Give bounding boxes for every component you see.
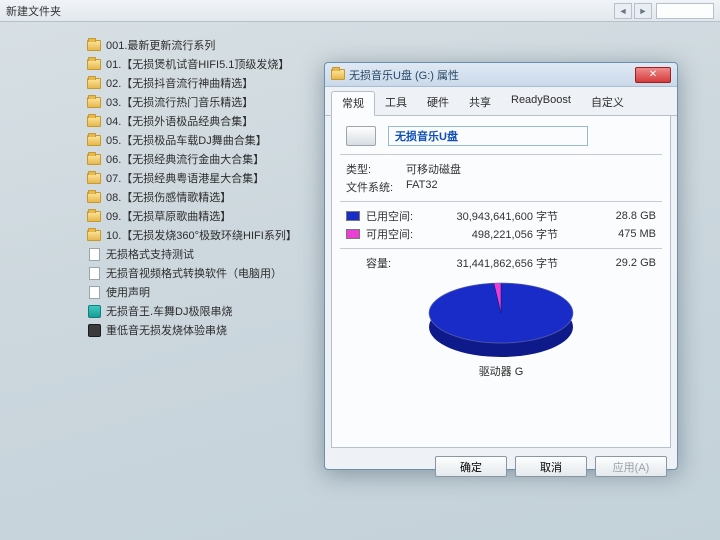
tab-4[interactable]: ReadyBoost xyxy=(501,91,581,115)
tree-item-label: 03.【无损流行热门音乐精选】 xyxy=(106,94,253,110)
tree-item-label: 04.【无损外语极品经典合集】 xyxy=(106,113,253,129)
folder-icon xyxy=(86,190,102,204)
type-label: 类型: xyxy=(346,161,406,177)
tree-item-label: 07.【无损经典粤语港星大合集】 xyxy=(106,170,264,186)
folder-icon xyxy=(86,152,102,166)
file-icon xyxy=(86,285,102,299)
folder-icon xyxy=(86,76,102,90)
nav-back-button[interactable]: ◄ xyxy=(614,3,632,19)
drive-properties-dialog: 无损音乐U盘 (G:) 属性 ✕ 常规工具硬件共享ReadyBoost自定义 无… xyxy=(324,62,678,470)
drive-letter-label: 驱动器 G xyxy=(346,363,656,379)
free-label: 可用空间: xyxy=(366,226,422,242)
tree-item-label: 无损音视频格式转换软件（电脑用） xyxy=(106,265,282,281)
folder-icon xyxy=(86,95,102,109)
used-human: 28.8 GB xyxy=(600,210,656,222)
tree-item-label: 01.【无损煲机试音HIFI5.1顶级发烧】 xyxy=(106,56,289,72)
tree-item-label: 10.【无损发烧360°极致环绕HIFI系列】 xyxy=(106,227,297,243)
tab-0[interactable]: 常规 xyxy=(331,91,375,116)
apply-button[interactable]: 应用(A) xyxy=(595,456,667,477)
tree-item-label: 001.最新更新流行系列 xyxy=(106,37,215,53)
tab-2[interactable]: 硬件 xyxy=(417,91,459,115)
folder-icon xyxy=(86,133,102,147)
close-button[interactable]: ✕ xyxy=(635,67,671,83)
free-bytes: 498,221,056 字节 xyxy=(422,226,558,242)
dialog-tabs: 常规工具硬件共享ReadyBoost自定义 xyxy=(325,87,677,116)
tree-item-label: 06.【无损经典流行金曲大合集】 xyxy=(106,151,264,167)
drive-icon xyxy=(331,69,345,80)
type-value: 可移动磁盘 xyxy=(406,161,461,177)
cancel-button[interactable]: 取消 xyxy=(515,456,587,477)
tree-item-label: 无损音王.车舞DJ极限串烧 xyxy=(106,303,233,319)
tree-item[interactable]: 001.最新更新流行系列 xyxy=(86,36,720,54)
tree-item-label: 使用声明 xyxy=(106,284,150,300)
tree-item-label: 05.【无损极品车载DJ舞曲合集】 xyxy=(106,132,267,148)
tree-item-label: 02.【无损抖音流行神曲精选】 xyxy=(106,75,253,91)
drive-name-input[interactable]: 无损音乐U盘 xyxy=(388,126,588,146)
explorer-titlebar: 新建文件夹 ◄ ► xyxy=(0,0,720,22)
drive-type-icon xyxy=(346,126,376,146)
folder-icon xyxy=(86,228,102,242)
fs-label: 文件系统: xyxy=(346,179,406,195)
tab-panel-general: 无损音乐U盘 类型:可移动磁盘 文件系统:FAT32 已用空间: 30,943,… xyxy=(331,116,671,448)
tree-item-label: 08.【无损伤感情歌精选】 xyxy=(106,189,231,205)
free-swatch xyxy=(346,229,360,239)
tab-5[interactable]: 自定义 xyxy=(581,91,634,115)
folder-icon xyxy=(86,209,102,223)
used-bytes: 30,943,641,600 字节 xyxy=(422,208,558,224)
ok-button[interactable]: 确定 xyxy=(435,456,507,477)
tree-item-label: 重低音无损发烧体验串烧 xyxy=(106,322,227,338)
dark-icon xyxy=(86,323,102,337)
app-icon xyxy=(86,304,102,318)
folder-icon xyxy=(86,114,102,128)
folder-icon xyxy=(86,171,102,185)
folder-icon xyxy=(86,57,102,71)
tab-1[interactable]: 工具 xyxy=(375,91,417,115)
cap-bytes: 31,441,862,656 字节 xyxy=(422,255,558,271)
dialog-titlebar[interactable]: 无损音乐U盘 (G:) 属性 ✕ xyxy=(325,63,677,87)
fs-value: FAT32 xyxy=(406,179,438,195)
cap-human: 29.2 GB xyxy=(600,257,656,269)
usage-pie-chart xyxy=(416,275,586,361)
used-label: 已用空间: xyxy=(366,208,422,224)
nav-fwd-button[interactable]: ► xyxy=(634,3,652,19)
tab-3[interactable]: 共享 xyxy=(459,91,501,115)
tree-item-label: 09.【无损草原歌曲精选】 xyxy=(106,208,231,224)
file-icon xyxy=(86,247,102,261)
cap-label: 容量: xyxy=(366,255,422,271)
tree-item-label: 无损格式支持测试 xyxy=(106,246,194,262)
used-swatch xyxy=(346,211,360,221)
explorer-title: 新建文件夹 xyxy=(6,3,61,19)
free-human: 475 MB xyxy=(600,228,656,240)
file-icon xyxy=(86,266,102,280)
search-input[interactable] xyxy=(656,3,714,19)
dialog-title: 无损音乐U盘 (G:) 属性 xyxy=(349,67,459,83)
folder-icon xyxy=(86,38,102,52)
